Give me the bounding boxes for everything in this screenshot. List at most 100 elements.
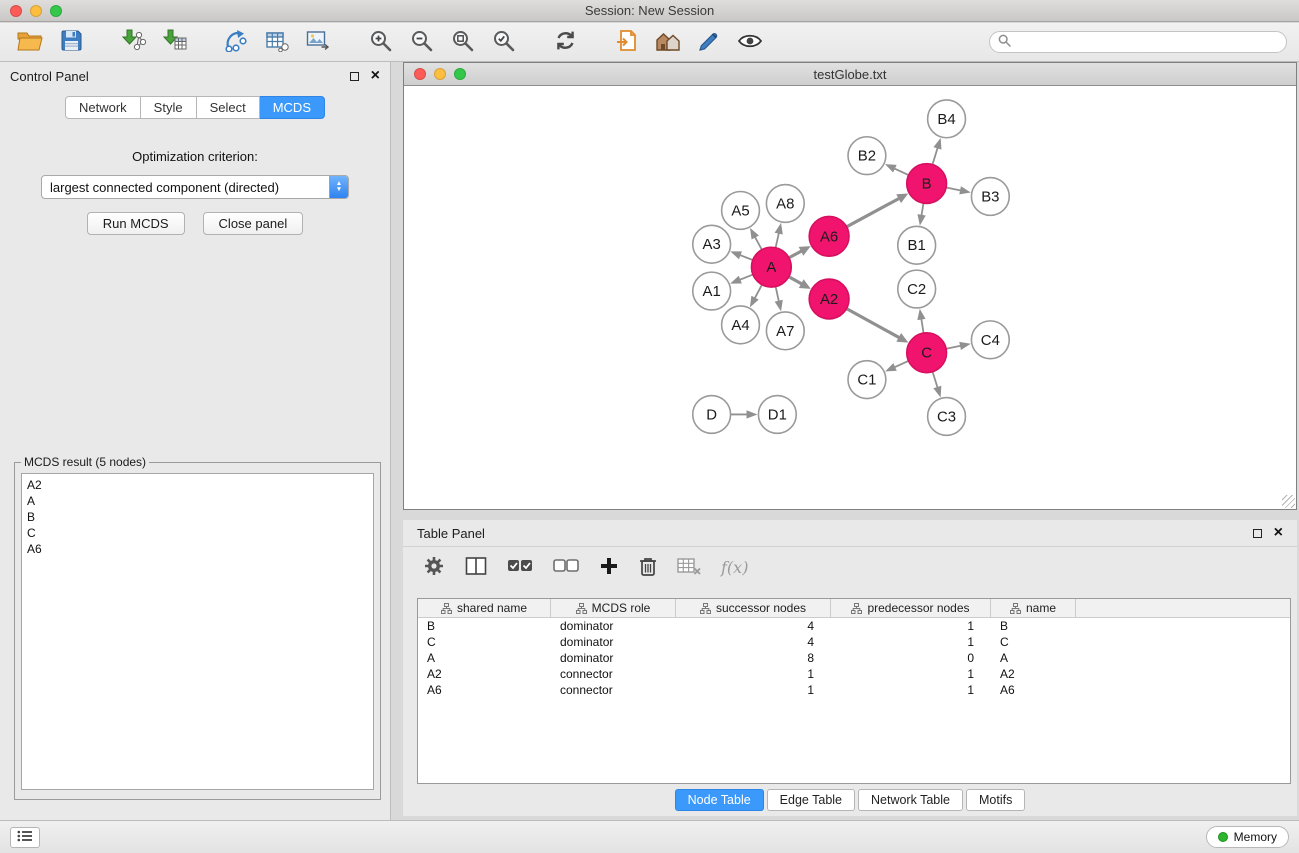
table-row[interactable]: Adominator80A <box>418 650 1290 666</box>
result-item[interactable]: C <box>27 525 368 541</box>
tab-style[interactable]: Style <box>141 96 197 119</box>
result-item[interactable]: A2 <box>27 477 368 493</box>
column-header-name[interactable]: name <box>991 599 1076 617</box>
new-table-button[interactable] <box>259 26 295 58</box>
float-panel-button[interactable] <box>350 72 359 81</box>
tab-edge-table[interactable]: Edge Table <box>767 789 855 811</box>
add-column-button[interactable] <box>599 556 619 579</box>
network-canvas[interactable]: B4B2BB3A5A8A6B1A3AC2A1A2A4A7C4C1CC3DD1 <box>404 85 1296 509</box>
graph-edge-A-A5[interactable] <box>754 236 762 250</box>
graph-edge-A-A4[interactable] <box>754 285 762 300</box>
graph-edge-B-B1[interactable] <box>921 203 923 217</box>
new-network-button[interactable] <box>218 26 254 58</box>
network-window-titlebar[interactable]: testGlobe.txt <box>404 63 1296 85</box>
open-recent-button[interactable] <box>609 26 645 58</box>
graph-node-A6[interactable]: A6 <box>809 216 849 256</box>
export-image-button[interactable] <box>300 26 336 58</box>
graph-edge-A-A1[interactable] <box>738 275 752 281</box>
import-network-button[interactable] <box>115 26 151 58</box>
graph-node-D1[interactable]: D1 <box>758 396 796 434</box>
zoom-fit-button[interactable] <box>444 26 480 58</box>
graph-node-C1[interactable]: C1 <box>848 361 886 399</box>
home-button[interactable] <box>650 26 686 58</box>
close-window-button[interactable] <box>10 5 22 17</box>
run-mcds-button[interactable]: Run MCDS <box>87 212 185 235</box>
tab-motifs[interactable]: Motifs <box>966 789 1025 811</box>
graph-node-D[interactable]: D <box>693 396 731 434</box>
network-close-button[interactable] <box>414 68 426 80</box>
tab-node-table[interactable]: Node Table <box>675 789 764 811</box>
graph-node-A2[interactable]: A2 <box>809 279 849 319</box>
result-item[interactable]: B <box>27 509 368 525</box>
zoom-window-button[interactable] <box>50 5 62 17</box>
graph-node-B[interactable]: B <box>907 164 947 204</box>
graph-node-A7[interactable]: A7 <box>766 312 804 350</box>
graph-node-A1[interactable]: A1 <box>693 272 731 310</box>
memory-button[interactable]: Memory <box>1206 826 1289 848</box>
graph-node-C[interactable]: C <box>907 333 947 373</box>
table-row[interactable]: A6connector11A6 <box>418 682 1290 698</box>
table-settings-button[interactable] <box>423 555 445 580</box>
graph-edge-C-C1[interactable] <box>893 361 908 368</box>
graph-node-C2[interactable]: C2 <box>898 270 936 308</box>
graph-edge-C-C2[interactable] <box>921 318 923 334</box>
import-table-button[interactable] <box>156 26 192 58</box>
tab-network-table[interactable]: Network Table <box>858 789 963 811</box>
network-minimize-button[interactable] <box>434 68 446 80</box>
graph-node-C4[interactable]: C4 <box>971 321 1009 359</box>
float-table-panel-button[interactable] <box>1253 529 1262 538</box>
zoom-out-button[interactable] <box>403 26 439 58</box>
graph-edge-A-A2[interactable] <box>789 277 803 285</box>
result-item[interactable]: A6 <box>27 541 368 557</box>
graph-edge-A6-B[interactable] <box>847 198 901 227</box>
graph-edge-A-A7[interactable] <box>776 287 780 303</box>
show-hide-button[interactable] <box>732 26 768 58</box>
graph-node-B1[interactable]: B1 <box>898 226 936 264</box>
select-all-button[interactable] <box>507 557 533 578</box>
graph-node-B3[interactable]: B3 <box>971 178 1009 216</box>
graph-edge-C-C4[interactable] <box>946 346 962 349</box>
graph-edge-A-A8[interactable] <box>776 232 780 248</box>
criterion-select[interactable]: largest connected component (directed) ▲… <box>41 175 349 199</box>
graph-node-A3[interactable]: A3 <box>693 225 731 263</box>
graph-edge-A2-C[interactable] <box>847 309 901 339</box>
graph-node-A5[interactable]: A5 <box>722 192 760 230</box>
save-session-button[interactable] <box>53 26 89 58</box>
graph-edge-B-B4[interactable] <box>932 146 938 164</box>
graph-edge-B-B3[interactable] <box>946 188 962 191</box>
column-header-predecessor-nodes[interactable]: predecessor nodes <box>831 599 991 617</box>
graph-edge-A-A6[interactable] <box>789 250 803 257</box>
column-header-shared-name[interactable]: shared name <box>418 599 551 617</box>
tab-network[interactable]: Network <box>65 96 141 119</box>
close-panel-button[interactable]: × <box>371 70 380 82</box>
table-row[interactable]: Cdominator41C <box>418 634 1290 650</box>
tab-select[interactable]: Select <box>197 96 260 119</box>
show-columns-button[interactable] <box>465 556 487 579</box>
table-row[interactable]: Bdominator41B <box>418 618 1290 634</box>
network-zoom-button[interactable] <box>454 68 466 80</box>
minimize-window-button[interactable] <box>30 5 42 17</box>
style-brush-button[interactable] <box>691 26 727 58</box>
delete-column-button[interactable] <box>639 556 657 580</box>
result-item[interactable]: A <box>27 493 368 509</box>
graph-node-A8[interactable]: A8 <box>766 185 804 223</box>
refresh-layout-button[interactable] <box>547 26 583 58</box>
close-table-panel-button[interactable]: × <box>1274 527 1283 539</box>
open-file-button[interactable] <box>12 26 48 58</box>
graph-edge-B-B2[interactable] <box>893 168 909 175</box>
graph-node-A4[interactable]: A4 <box>722 306 760 344</box>
table-row[interactable]: A2connector11A2 <box>418 666 1290 682</box>
search-field[interactable] <box>989 31 1287 53</box>
column-header-mcds-role[interactable]: MCDS role <box>551 599 676 617</box>
search-input[interactable] <box>1016 35 1278 49</box>
function-builder-button[interactable]: f(x) <box>721 558 748 577</box>
zoom-selected-button[interactable] <box>485 26 521 58</box>
graph-edge-C-C3[interactable] <box>933 372 938 389</box>
delete-table-button[interactable] <box>677 557 701 578</box>
graph-node-C3[interactable]: C3 <box>928 398 966 436</box>
close-panel-action-button[interactable]: Close panel <box>203 212 304 235</box>
graph-edge-A-A3[interactable] <box>739 255 753 260</box>
column-header-successor-nodes[interactable]: successor nodes <box>676 599 831 617</box>
tab-mcds[interactable]: MCDS <box>260 96 325 119</box>
graph-node-A[interactable]: A <box>751 247 791 287</box>
